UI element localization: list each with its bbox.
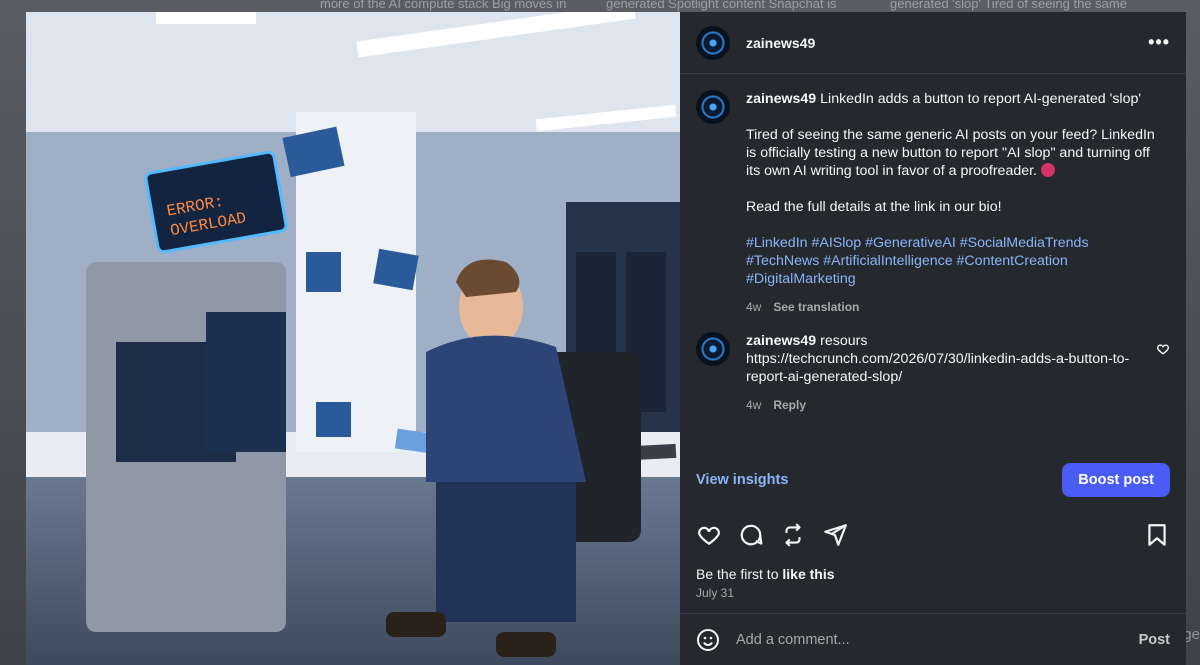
save-bookmark-icon[interactable] bbox=[1144, 522, 1170, 548]
avatar[interactable] bbox=[696, 25, 730, 60]
likes-prefix: Be the first to bbox=[696, 566, 783, 582]
like-heart-icon[interactable] bbox=[696, 522, 722, 548]
username-link[interactable]: zainews49 bbox=[746, 35, 815, 51]
hashtags-line-1[interactable]: #LinkedIn #AISlop #GenerativeAI #SocialM… bbox=[746, 234, 1166, 252]
pink-circle-emoji bbox=[1041, 163, 1055, 177]
bg-text-1: more of the AI compute stack Big moves i… bbox=[320, 0, 567, 11]
post-actions bbox=[696, 522, 1170, 548]
post-illustration: ERROR: OVERLOAD bbox=[26, 12, 680, 665]
reply-link[interactable]: Reply bbox=[773, 396, 806, 414]
repost-icon[interactable] bbox=[780, 522, 806, 548]
comment-age: 4w bbox=[746, 398, 762, 412]
comment-like-heart-icon[interactable] bbox=[1156, 342, 1170, 356]
post-details-panel: zainews49 ••• zainews49 LinkedIn adds a … bbox=[680, 12, 1186, 665]
post-date: July 31 bbox=[696, 586, 735, 600]
likes-summary: Be the first to like this bbox=[696, 566, 835, 582]
see-translation-link[interactable]: See translation bbox=[773, 298, 859, 316]
comments-area: zainews49 LinkedIn adds a button to repo… bbox=[680, 74, 1186, 474]
bg-text-2: generated Spotlight content Snapchat is bbox=[606, 0, 837, 11]
post-modal: ERROR: OVERLOAD zainews49 ••• zainews49 … bbox=[26, 12, 1186, 665]
caption-avatar[interactable] bbox=[696, 90, 730, 124]
caption-title: LinkedIn adds a button to report AI-gene… bbox=[820, 91, 1142, 107]
emoji-smiley-icon[interactable] bbox=[696, 628, 720, 652]
boost-post-button[interactable]: Boost post bbox=[1062, 463, 1170, 497]
view-insights-link[interactable]: View insights bbox=[696, 472, 788, 488]
caption-paragraph: Tired of seeing the same generic AI post… bbox=[746, 127, 1155, 179]
comment-composer: Add a comment... Post bbox=[680, 613, 1186, 665]
comment-bubble-icon[interactable] bbox=[738, 522, 764, 548]
more-options-icon[interactable]: ••• bbox=[1148, 32, 1170, 53]
insights-bar: View insights Boost post bbox=[680, 462, 1186, 498]
comment-avatar[interactable] bbox=[696, 332, 730, 366]
comment-username[interactable]: zainews49 bbox=[746, 333, 816, 349]
caption-username[interactable]: zainews49 bbox=[746, 91, 816, 107]
background-feed-strip: more of the AI compute stack Big moves i… bbox=[0, 0, 1200, 12]
comment-input[interactable]: Add a comment... bbox=[736, 632, 850, 648]
share-send-icon[interactable] bbox=[822, 522, 848, 548]
comment-item: zainews49 resours https://techcrunch.com… bbox=[696, 332, 1170, 414]
caption-cta: Read the full details at the link in our… bbox=[746, 199, 1002, 215]
hashtags-line-3[interactable]: #DigitalMarketing bbox=[746, 270, 1166, 288]
comment-word: resours bbox=[820, 333, 868, 349]
comment-text: https://techcrunch.com/2026/07/30/linked… bbox=[746, 351, 1130, 385]
hashtags-line-2[interactable]: #TechNews #ArtificialIntelligence #Conte… bbox=[746, 252, 1166, 270]
caption-age: 4w bbox=[746, 300, 762, 314]
like-this-link[interactable]: like this bbox=[782, 566, 834, 582]
bg-text-3: generated 'slop' Tired of seeing the sam… bbox=[890, 0, 1127, 11]
post-image: ERROR: OVERLOAD bbox=[26, 12, 680, 665]
post-comment-button[interactable]: Post bbox=[1139, 632, 1170, 648]
caption: zainews49 LinkedIn adds a button to repo… bbox=[696, 90, 1170, 316]
post-header: zainews49 ••• bbox=[680, 12, 1186, 74]
